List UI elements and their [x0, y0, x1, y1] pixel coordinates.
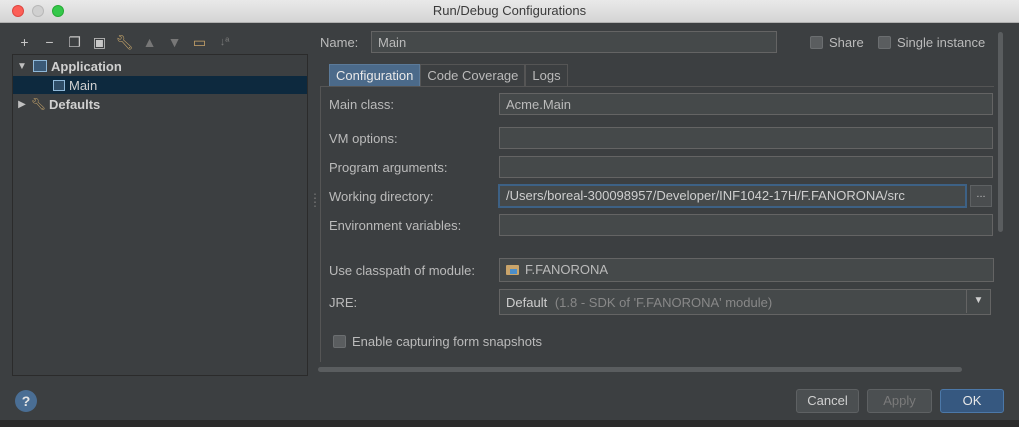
jre-label: JRE: — [329, 295, 358, 310]
name-label: Name: — [320, 35, 359, 50]
save-icon[interactable]: ▣ — [87, 32, 112, 52]
module-folder-icon — [506, 265, 519, 275]
title-bar: Run/Debug Configurations — [0, 0, 1019, 23]
classpath-module-select[interactable]: F.FANORONA — [499, 258, 994, 282]
jre-value: Default — [506, 295, 548, 310]
single-instance-checkbox[interactable]: Single instance — [878, 35, 985, 50]
snapshots-checkbox-box[interactable] — [333, 335, 346, 348]
tree-label-defaults: Defaults — [49, 96, 101, 112]
copy-icon[interactable]: ❐ — [62, 32, 87, 52]
main-class-label: Main class: — [329, 97, 395, 112]
browse-directory-button[interactable]: ... — [970, 185, 992, 207]
vm-options-label: VM options: — [329, 131, 398, 146]
tab-code-coverage[interactable]: Code Coverage — [420, 64, 526, 86]
expand-arrow-icon[interactable]: ▼ — [17, 61, 27, 72]
environment-variables-input[interactable] — [499, 214, 993, 236]
vm-options-input[interactable] — [499, 127, 993, 149]
share-checkbox-box[interactable] — [810, 36, 823, 49]
program-arguments-label: Program arguments: — [329, 160, 448, 175]
cancel-button[interactable]: Cancel — [796, 389, 859, 413]
tree-label-main: Main — [69, 77, 98, 93]
jre-dropdown-arrow-icon[interactable]: ▼ — [966, 289, 990, 313]
window-title: Run/Debug Configurations — [432, 3, 587, 18]
snapshots-checkbox[interactable]: Enable capturing form snapshots — [333, 334, 542, 349]
background-window-strip — [0, 420, 1019, 427]
application-config-icon — [53, 79, 65, 91]
tab-logs[interactable]: Logs — [525, 64, 568, 86]
horizontal-scrollbar[interactable] — [318, 367, 962, 372]
tree-node-main[interactable]: Main — [13, 76, 307, 94]
classpath-module-value: F.FANORONA — [525, 262, 609, 277]
share-checkbox[interactable]: Share — [810, 35, 864, 50]
collapse-arrow-icon[interactable]: ▶ — [17, 99, 27, 110]
single-instance-label: Single instance — [897, 35, 986, 50]
add-icon[interactable]: + — [12, 32, 37, 52]
config-tabs: Configuration Code Coverage Logs — [329, 64, 568, 86]
move-down-icon[interactable]: ▼ — [162, 32, 187, 52]
jre-detail: (1.8 - SDK of 'F.FANORONA' module) — [554, 295, 773, 310]
help-button[interactable]: ? — [15, 390, 37, 412]
tree-node-defaults[interactable]: ▶ 🔧︎ Defaults — [13, 95, 307, 113]
configuration-tree[interactable]: ▼ Application Main ▶ 🔧︎ Defaults — [12, 54, 308, 376]
wrench-icon[interactable]: 🔧︎ — [112, 32, 137, 52]
config-toolbar: + − ❐ ▣ 🔧︎ ▲ ▼ ▭ ↓ª — [12, 32, 237, 52]
tree-label-application: Application — [51, 58, 122, 74]
classpath-module-label: Use classpath of module: — [329, 263, 475, 278]
tab-configuration[interactable]: Configuration — [329, 64, 421, 86]
remove-icon[interactable]: − — [37, 32, 62, 52]
working-directory-label: Working directory: — [329, 189, 434, 204]
ok-button[interactable]: OK — [940, 389, 1004, 413]
environment-variables-label: Environment variables: — [329, 218, 462, 233]
name-input[interactable]: Main — [371, 31, 777, 53]
snapshots-label: Enable capturing form snapshots — [352, 334, 543, 349]
move-up-icon[interactable]: ▲ — [137, 32, 162, 52]
vertical-scrollbar[interactable] — [998, 32, 1003, 232]
jre-select[interactable]: Default (1.8 - SDK of 'F.FANORONA' modul… — [499, 289, 991, 315]
single-instance-checkbox-box[interactable] — [878, 36, 891, 49]
defaults-wrench-icon: 🔧︎ — [31, 97, 47, 111]
share-label: Share — [829, 35, 864, 50]
main-class-input[interactable]: Acme.Main — [499, 93, 993, 115]
program-arguments-input[interactable] — [499, 156, 993, 178]
folder-icon[interactable]: ▭ — [187, 32, 212, 52]
apply-button[interactable]: Apply — [867, 389, 932, 413]
tree-node-application[interactable]: ▼ Application — [13, 57, 307, 75]
application-icon — [33, 60, 47, 72]
working-directory-input[interactable]: /Users/boreal-300098957/Developer/INF104… — [498, 184, 967, 208]
sort-icon[interactable]: ↓ª — [212, 32, 237, 52]
